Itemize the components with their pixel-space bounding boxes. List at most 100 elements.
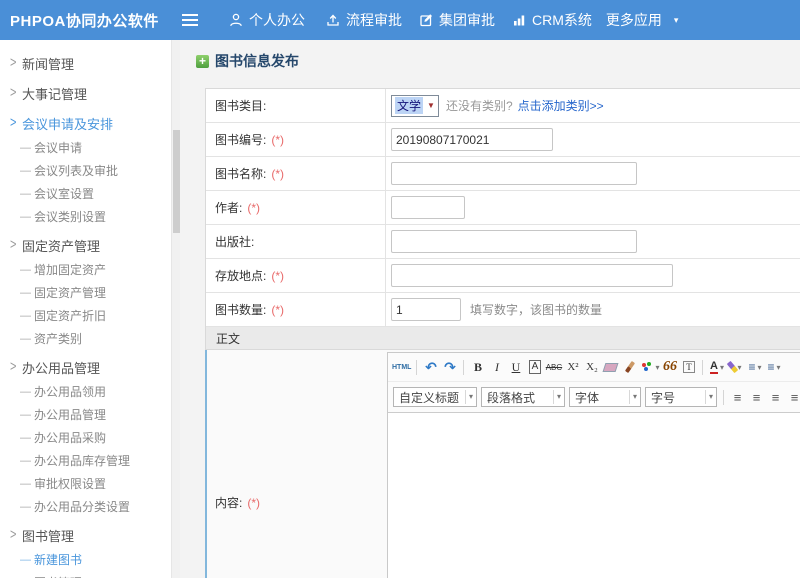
book-publish-form: 图书类目: 文学 ▼ 还没有类别? 点击添加类别>> 图书编号:(*) 图书名称… — [205, 88, 800, 578]
dash-icon: — — [20, 432, 34, 444]
underline-icon[interactable]: U — [507, 358, 524, 377]
nav-crm-system[interactable]: CRM系统 — [511, 10, 592, 30]
sidebar-scrollbar-thumb[interactable] — [173, 130, 180, 233]
subscript-icon[interactable]: X₂ — [583, 358, 600, 377]
superscript-icon[interactable]: X² — [564, 358, 581, 377]
required-mark: (*) — [271, 167, 284, 181]
chevron-right-icon: > — [10, 55, 22, 71]
sidebar-item-supplies-category-settings[interactable]: —办公用品分类设置 — [0, 495, 180, 518]
highlight-marker-icon[interactable]: ▾ — [727, 358, 744, 377]
form-row-author: 作者:(*) — [206, 191, 800, 225]
font-color-icon[interactable]: A▾ — [708, 358, 725, 377]
sidebar-item-label: 办公用品库存管理 — [34, 452, 130, 469]
sidebar-item-add-fixed-asset[interactable]: —增加固定资产 — [0, 258, 180, 281]
sidebar-group-memorabilia-management[interactable]: >大事记管理 — [0, 80, 180, 106]
align-center-icon[interactable]: ≡ — [748, 388, 765, 407]
sidebar-item-label: 办公用品采购 — [34, 429, 106, 446]
italic-icon[interactable]: I — [488, 358, 505, 377]
custom-title-select[interactable]: 自定义标题▾ — [393, 387, 477, 407]
sidebar-item-meeting-list-approval[interactable]: —会议列表及审批 — [0, 159, 180, 182]
sidebar-item-approval-permission-settings[interactable]: —审批权限设置 — [0, 472, 180, 495]
book-name-input[interactable] — [391, 162, 637, 185]
main-content: + 图书信息发布 图书类目: 文学 ▼ 还没有类别? 点击添加类别>> 图书编号… — [180, 40, 800, 578]
bold-icon[interactable]: B — [469, 358, 486, 377]
sidebar-item-supplies-purchase[interactable]: —办公用品采购 — [0, 426, 180, 449]
dash-icon: — — [20, 188, 34, 200]
sidebar-item-meeting-room-settings[interactable]: —会议室设置 — [0, 182, 180, 205]
sidebar-item-meeting-apply[interactable]: —会议申请 — [0, 136, 180, 159]
required-mark: (*) — [271, 133, 284, 147]
align-left-icon[interactable]: ≡ — [729, 388, 746, 407]
ordered-list-icon[interactable]: ≡▾ — [746, 358, 763, 377]
sidebar-item-book-management[interactable]: —图书管理 — [0, 571, 180, 578]
location-input[interactable] — [391, 264, 673, 287]
font-size-select[interactable]: 字号▾ — [645, 387, 717, 407]
sidebar-item-label: 办公用品管理 — [34, 406, 106, 423]
unordered-list-icon[interactable]: ≡▾ — [765, 358, 782, 377]
sidebar-item-label: 办公用品领用 — [34, 383, 106, 400]
sidebar-group-book-management[interactable]: >图书管理 — [0, 522, 180, 548]
chevron-right-icon: > — [10, 115, 22, 131]
nav-label: 个人办公 — [249, 10, 305, 30]
sidebar-item-supplies-claim[interactable]: —办公用品领用 — [0, 380, 180, 403]
sidebar-group-label: 大事记管理 — [22, 84, 87, 103]
category-select[interactable]: 文学 ▼ — [391, 95, 439, 117]
sidebar-group-meeting-application[interactable]: >会议申请及安排 — [0, 110, 180, 136]
required-mark: (*) — [271, 303, 284, 317]
sidebar-group-label: 新闻管理 — [22, 54, 74, 73]
required-mark: (*) — [247, 201, 260, 215]
strikethrough-icon[interactable]: ABC — [545, 358, 562, 377]
book-name-label: 图书名称:(*) — [206, 157, 386, 190]
caret-down-icon: ▾ — [776, 363, 780, 372]
sidebar-item-label: 会议列表及审批 — [34, 162, 118, 179]
sidebar-item-fixed-asset-management[interactable]: —固定资产管理 — [0, 281, 180, 304]
editor-content-area[interactable] — [388, 413, 800, 578]
paste-as-text-icon[interactable]: T — [680, 358, 697, 377]
content-label: 内容:(*) — [206, 350, 386, 578]
nav-workflow-approval[interactable]: 流程审批 — [325, 10, 402, 30]
sidebar-item-meeting-category-settings[interactable]: —会议类别设置 — [0, 205, 180, 228]
sidebar-item-supplies-inventory[interactable]: —办公用品库存管理 — [0, 449, 180, 472]
nav-label: 流程审批 — [346, 10, 402, 30]
justify-icon[interactable]: ≡ — [786, 388, 800, 407]
quantity-input[interactable] — [391, 298, 461, 321]
sidebar-item-fixed-asset-depreciation[interactable]: —固定资产折旧 — [0, 304, 180, 327]
dash-icon: — — [20, 165, 34, 177]
author-input[interactable] — [391, 196, 465, 219]
nav-more-apps[interactable]: 更多应用 — [606, 10, 662, 30]
paragraph-format-select[interactable]: 段落格式▾ — [481, 387, 565, 407]
align-right-icon[interactable]: ≡ — [767, 388, 784, 407]
blockquote-icon[interactable]: 66 — [661, 358, 678, 377]
sidebar-item-label: 新建图书 — [34, 551, 82, 568]
color-palette-icon[interactable]: ▾ — [640, 358, 659, 377]
form-row-location: 存放地点:(*) — [206, 259, 800, 293]
hamburger-icon[interactable] — [182, 14, 198, 16]
eraser-icon[interactable] — [602, 358, 619, 377]
format-brush-icon[interactable] — [621, 358, 638, 377]
category-select-value: 文学 — [395, 97, 423, 114]
font-family-select[interactable]: 字体▾ — [569, 387, 641, 407]
sidebar-group-fixed-assets[interactable]: >固定资产管理 — [0, 232, 180, 258]
html-source-icon[interactable]: HTML — [392, 358, 411, 377]
book-number-input[interactable] — [391, 128, 553, 151]
nav-personal-office[interactable]: 个人办公 — [228, 10, 305, 30]
add-category-link[interactable]: 点击添加类别>> — [518, 97, 604, 114]
add-plus-icon: + — [196, 55, 209, 68]
redo-icon[interactable]: ↷ — [441, 358, 458, 377]
sidebar-group-news-management[interactable]: >新闻管理 — [0, 50, 180, 76]
nav-group-approval[interactable]: 集团审批 — [418, 10, 495, 30]
sidebar-item-new-book[interactable]: —新建图书 — [0, 548, 180, 571]
author-label: 作者:(*) — [206, 191, 386, 224]
app-logo: PHPOA协同办公软件 — [10, 10, 168, 31]
publisher-input[interactable] — [391, 230, 637, 253]
sidebar-group-office-supplies[interactable]: >办公用品管理 — [0, 354, 180, 380]
sidebar-item-asset-category[interactable]: —资产类别 — [0, 327, 180, 350]
dash-icon: — — [20, 501, 34, 513]
caret-down-icon[interactable]: ▾ — [674, 15, 679, 26]
char-border-icon[interactable]: A — [526, 358, 543, 377]
form-row-book-number: 图书编号:(*) — [206, 123, 800, 157]
undo-icon[interactable]: ↶ — [422, 358, 439, 377]
sidebar-item-supplies-management[interactable]: —办公用品管理 — [0, 403, 180, 426]
sidebar-item-label: 审批权限设置 — [34, 475, 106, 492]
sidebar-group-label: 办公用品管理 — [22, 358, 100, 377]
